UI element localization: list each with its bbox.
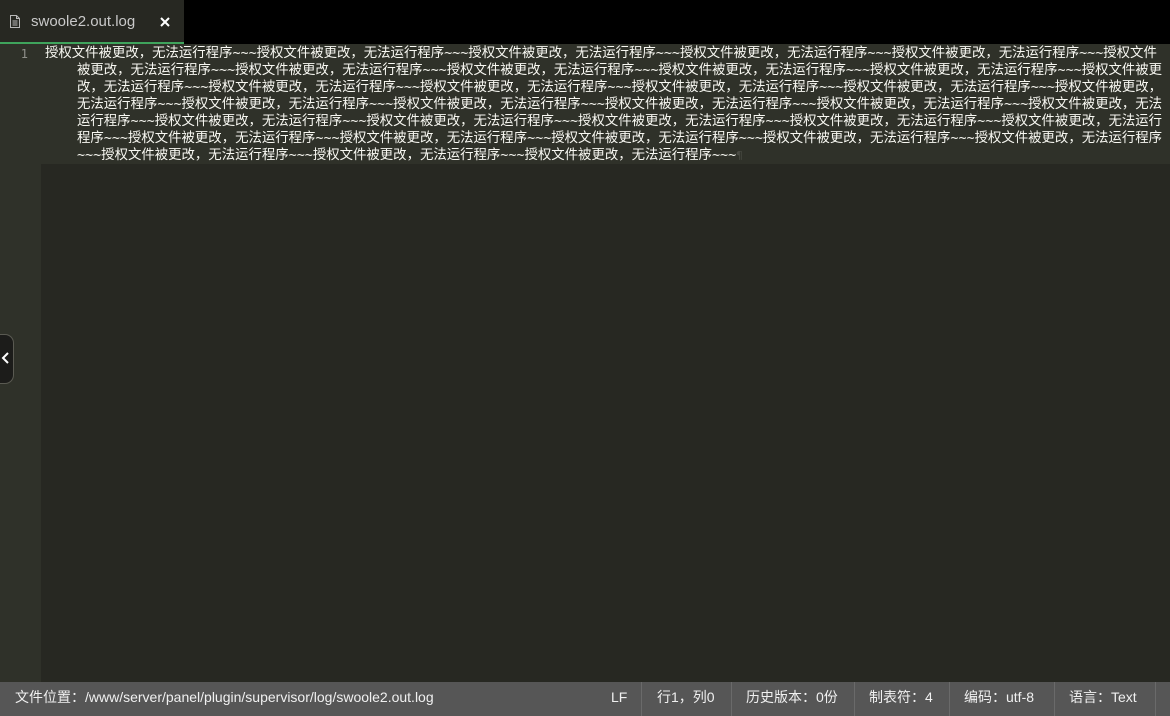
status-divider xyxy=(1054,682,1055,716)
status-divider xyxy=(731,682,732,716)
status-bar: 文件位置：/www/server/panel/plugin/supervisor… xyxy=(0,682,1170,716)
status-divider xyxy=(641,682,642,716)
tab-label: swoole2.out.log xyxy=(31,13,136,30)
status-divider xyxy=(1155,682,1156,716)
status-divider xyxy=(854,682,855,716)
editor-area[interactable]: 1 授权文件被更改，无法运行程序~~~授权文件被更改，无法运行程序~~~授权文件… xyxy=(0,44,1170,682)
status-divider xyxy=(949,682,950,716)
tab-bar: swoole2.out.log xyxy=(0,0,1170,44)
sidebar-toggle-button[interactable] xyxy=(0,334,14,384)
line-number: 1 xyxy=(20,47,28,61)
history-versions[interactable]: 历史版本：0份 xyxy=(746,682,838,716)
line-ending[interactable]: LF xyxy=(611,682,627,716)
language-mode[interactable]: 语言：Text xyxy=(1069,682,1137,716)
code-text: 授权文件被更改，无法运行程序~~~授权文件被更改，无法运行程序~~~授权文件被更… xyxy=(45,46,1163,163)
chevron-left-icon xyxy=(1,352,9,364)
code-line[interactable]: 授权文件被更改，无法运行程序~~~授权文件被更改，无法运行程序~~~授权文件被更… xyxy=(45,45,1169,164)
cursor-position: 行1，列0 xyxy=(657,689,715,705)
encoding[interactable]: 编码：utf-8 xyxy=(964,682,1034,716)
tab-swoole2-out-log[interactable]: swoole2.out.log xyxy=(0,0,184,44)
close-icon[interactable] xyxy=(158,15,172,29)
end-of-line-marker: ¶ xyxy=(736,149,743,162)
code-editor-window: swoole2.out.log 1 授权文件被更改，无法运行程序~~~授权文件被… xyxy=(0,0,1170,716)
file-path: 文件位置：/www/server/panel/plugin/supervisor… xyxy=(15,689,434,705)
tab-size[interactable]: 制表符：4 xyxy=(869,682,933,716)
document-icon xyxy=(10,15,20,28)
